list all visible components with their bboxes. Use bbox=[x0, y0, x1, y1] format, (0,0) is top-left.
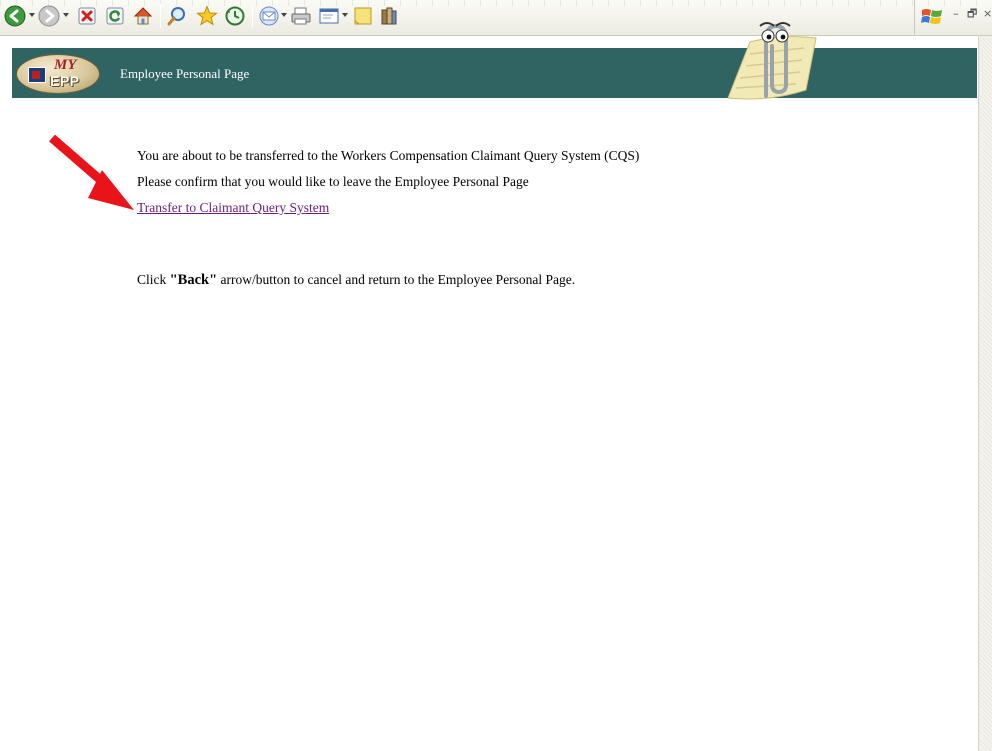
favorites-star-icon bbox=[196, 5, 218, 26]
browser-toolbar: – 🗗 × bbox=[0, 0, 992, 36]
research-button[interactable] bbox=[376, 3, 402, 29]
annotation-red-arrow bbox=[49, 134, 134, 210]
forward-dropdown-icon[interactable] bbox=[63, 13, 69, 17]
transfer-to-cqs-link[interactable]: Transfer to Claimant Query System bbox=[137, 200, 329, 215]
logo-flag-icon bbox=[28, 67, 46, 83]
back-instruction-prefix: Click bbox=[137, 272, 170, 287]
office-assistant-paperclip-icon[interactable] bbox=[720, 14, 824, 104]
home-icon bbox=[133, 7, 153, 25]
intro-text: You are about to be transferred to the W… bbox=[137, 148, 640, 163]
restore-button[interactable]: 🗗 bbox=[967, 8, 977, 20]
edit-icon bbox=[319, 8, 339, 24]
mail-dropdown-icon[interactable] bbox=[281, 13, 287, 17]
forward-arrow-icon bbox=[38, 5, 60, 27]
favorites-button[interactable] bbox=[194, 3, 220, 29]
search-icon bbox=[167, 7, 185, 26]
mail-button[interactable] bbox=[256, 3, 282, 29]
close-button[interactable]: × bbox=[983, 8, 992, 20]
history-icon bbox=[225, 6, 245, 26]
back-dropdown-icon[interactable] bbox=[29, 13, 35, 17]
logo-epp-text: EPP bbox=[50, 73, 80, 89]
forward-button[interactable] bbox=[36, 3, 62, 29]
refresh-button[interactable] bbox=[102, 3, 128, 29]
back-button[interactable] bbox=[2, 3, 28, 29]
print-button[interactable] bbox=[288, 3, 314, 29]
minimize-button[interactable]: – bbox=[953, 8, 959, 20]
vertical-scrollbar[interactable] bbox=[978, 36, 992, 751]
search-button[interactable] bbox=[164, 3, 190, 29]
discuss-note-icon bbox=[354, 7, 372, 25]
back-instruction: Click "Back" arrow/button to cancel and … bbox=[137, 272, 575, 289]
windows-logo-icon bbox=[921, 9, 942, 24]
myepp-logo: MY EPP bbox=[16, 54, 100, 94]
research-icon bbox=[381, 7, 397, 25]
logo-my-text: MY bbox=[54, 57, 77, 73]
back-keyword: "Back" bbox=[169, 272, 218, 288]
stop-button[interactable] bbox=[74, 3, 100, 29]
stop-icon bbox=[78, 7, 96, 25]
home-button[interactable] bbox=[130, 3, 156, 29]
mail-icon bbox=[259, 6, 279, 26]
toolbar-separator bbox=[252, 4, 253, 28]
toolbar-separator bbox=[160, 4, 161, 28]
page-title: Employee Personal Page bbox=[120, 66, 250, 81]
confirm-text: Please confirm that you would like to le… bbox=[137, 174, 529, 189]
window-controls: – 🗗 × bbox=[914, 0, 992, 34]
back-arrow-icon bbox=[4, 5, 26, 27]
history-button[interactable] bbox=[222, 3, 248, 29]
discuss-button[interactable] bbox=[350, 3, 376, 29]
edit-dropdown-icon[interactable] bbox=[342, 13, 348, 17]
page-banner: MY EPP Employee Personal Page bbox=[12, 48, 977, 98]
refresh-icon bbox=[106, 7, 124, 25]
print-icon bbox=[291, 7, 311, 25]
edit-button[interactable] bbox=[316, 3, 342, 29]
back-instruction-suffix: arrow/button to cancel and return to the… bbox=[217, 272, 576, 287]
